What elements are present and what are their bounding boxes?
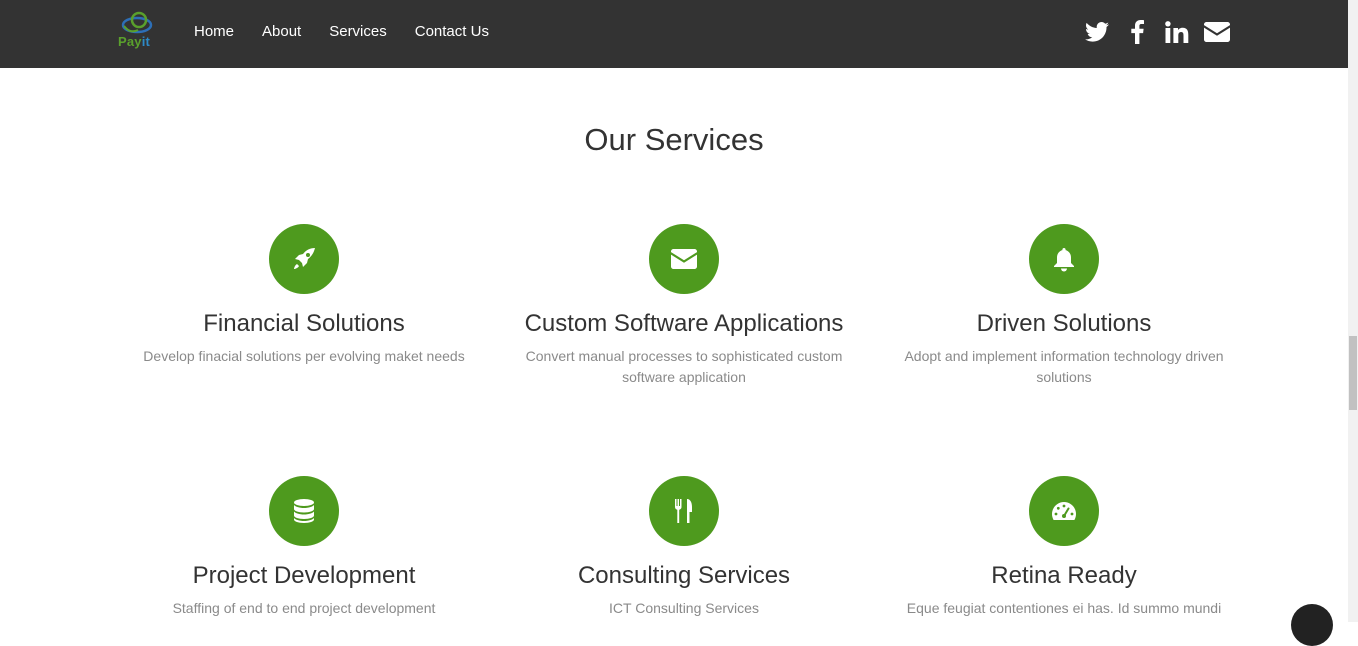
- service-icon-circle: [649, 224, 719, 294]
- service-icon-circle: [1029, 476, 1099, 546]
- envelope-icon: [671, 249, 697, 269]
- service-card: Financial Solutions Develop finacial sol…: [134, 224, 474, 367]
- linkedin-icon[interactable]: [1164, 16, 1190, 48]
- service-card: Retina Ready Eque feugiat contentiones e…: [894, 476, 1234, 619]
- nav-services[interactable]: Services: [315, 23, 401, 40]
- navbar: Payit Home About Services Contact Us: [0, 0, 1348, 68]
- service-card: Driven Solutions Adopt and implement inf…: [894, 224, 1234, 388]
- service-desc: Eque feugiat contentiones ei has. Id sum…: [906, 600, 1222, 616]
- service-desc: Adopt and implement information technolo…: [904, 348, 1224, 385]
- service-card: Custom Software Applications Convert man…: [514, 224, 854, 388]
- service-card: Consulting Services ICT Consulting Servi…: [514, 476, 854, 619]
- nav-about[interactable]: About: [248, 23, 315, 40]
- service-icon-circle: [1029, 224, 1099, 294]
- section-title: Our Services: [584, 122, 764, 157]
- database-icon: [294, 499, 314, 523]
- facebook-icon[interactable]: [1124, 16, 1150, 48]
- service-desc: Convert manual processes to sophisticate…: [525, 348, 843, 385]
- logo-text: Payit: [118, 34, 150, 49]
- logo-text-pay: Pay: [118, 34, 142, 49]
- nav-menu: Home About Services Contact Us: [180, 0, 503, 62]
- scrollbar-thumb[interactable]: [1349, 336, 1357, 410]
- service-title: Custom Software Applications: [524, 310, 844, 337]
- nav-contact-us[interactable]: Contact Us: [401, 23, 503, 40]
- service-title: Financial Solutions: [203, 310, 405, 337]
- logo-text-it: it: [141, 34, 151, 49]
- service-icon-circle: [649, 476, 719, 546]
- bell-icon: [1054, 248, 1074, 272]
- social-links: [1084, 16, 1230, 48]
- service-icon-circle: [269, 224, 339, 294]
- service-desc: Staffing of end to end project developme…: [172, 600, 436, 616]
- envelope-icon[interactable]: [1204, 16, 1230, 48]
- scrollbar[interactable]: [1348, 0, 1358, 622]
- service-desc: ICT Consulting Services: [609, 600, 759, 616]
- cutlery-icon: [675, 499, 692, 523]
- twitter-icon[interactable]: [1084, 16, 1110, 48]
- service-card: Project Development Staffing of end to e…: [134, 476, 474, 619]
- service-title: Project Development: [192, 562, 416, 589]
- rocket-icon: [294, 248, 315, 269]
- dashboard-icon: [1052, 502, 1076, 520]
- service-icon-circle: [269, 476, 339, 546]
- nav-home[interactable]: Home: [180, 23, 248, 40]
- back-to-top-button[interactable]: [1291, 604, 1333, 646]
- service-title: Consulting Services: [577, 562, 791, 589]
- service-title: Driven Solutions: [976, 310, 1152, 337]
- service-title: Retina Ready: [991, 562, 1137, 589]
- service-desc: Develop finacial solutions per evolving …: [143, 348, 465, 364]
